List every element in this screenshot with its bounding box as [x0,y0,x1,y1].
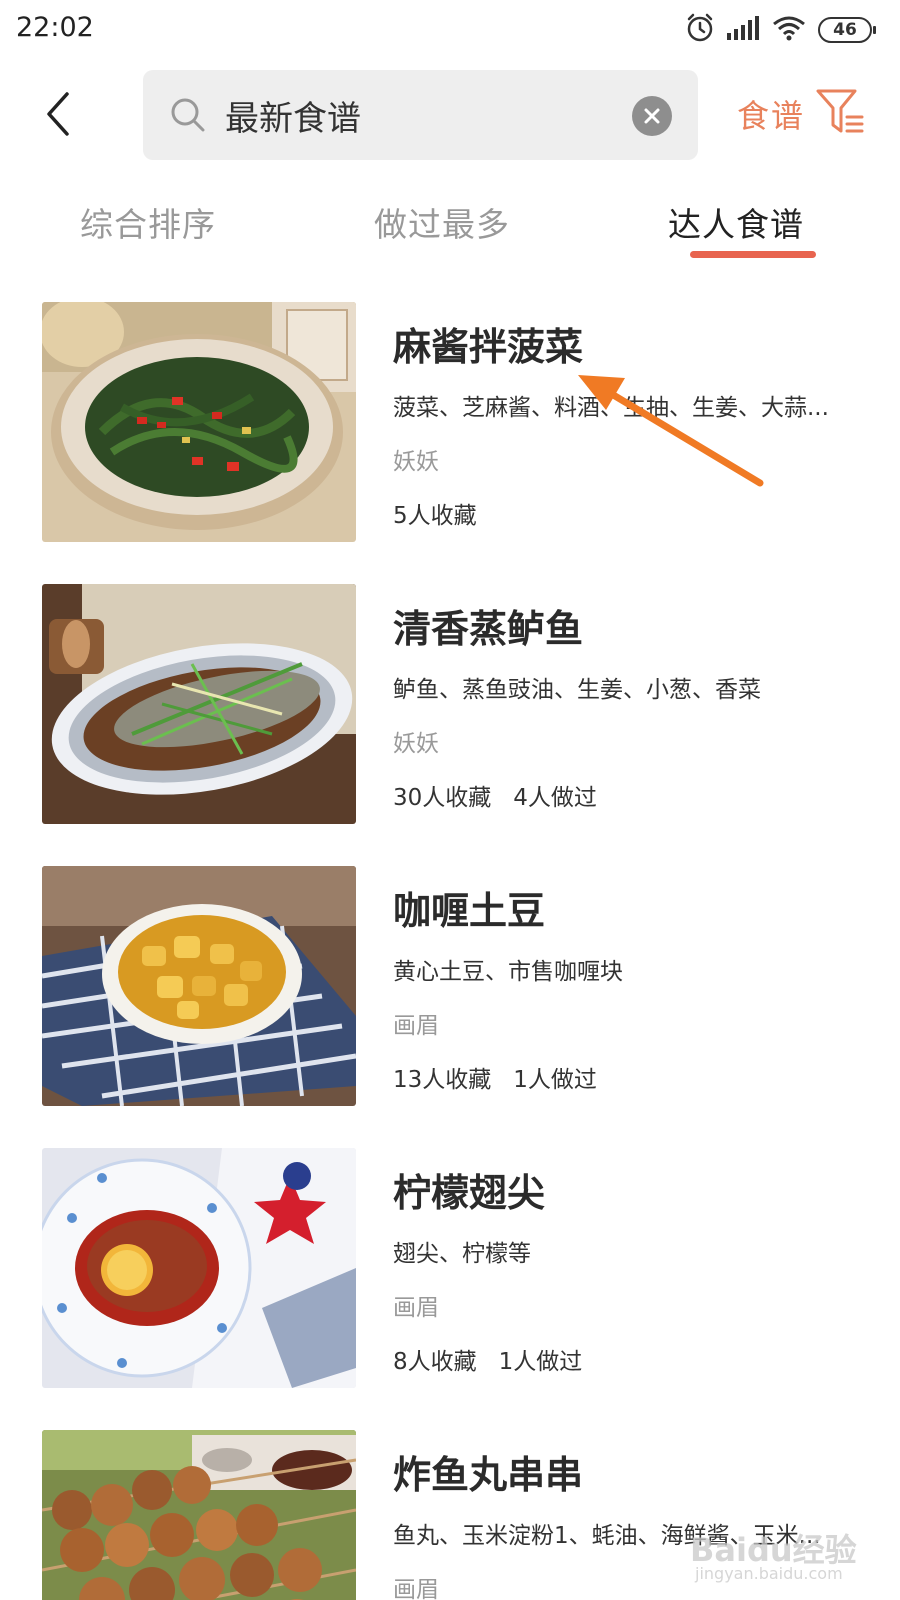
recipe-image [42,584,356,824]
recipe-info: 咖喱土豆 黄心土豆、市售咖喱块 画眉 13人收藏 1人做过 [393,866,863,1093]
recipe-info: 麻酱拌菠菜 菠菜、芝麻酱、料酒、生抽、生姜、大蒜... 妖妖 5人收藏 [393,302,863,529]
recipe-title: 麻酱拌菠菜 [393,325,584,369]
recipe-filter-label: 食谱 [737,97,806,135]
tab-comprehensive[interactable]: 综合排序 [80,198,216,246]
recipe-image [42,866,356,1106]
recipe-item[interactable]: 柠檬翅尖 翅尖、柠檬等 画眉 8人收藏 1人做过 [0,1148,900,1388]
tab-expert-recipes[interactable]: 达人食谱 [668,198,804,246]
recipe-author: 妖妖 [393,731,439,757]
recipe-item[interactable]: 咖喱土豆 黄心土豆、市售咖喱块 画眉 13人收藏 1人做过 [0,866,900,1106]
wifi-icon [772,15,806,45]
recipe-ingredients: 菠菜、芝麻酱、料酒、生抽、生姜、大蒜... [393,395,829,420]
watermark-url: jingyan.baidu.com [695,1564,843,1583]
recipe-info: 清香蒸鲈鱼 鲈鱼、蒸鱼豉油、生姜、小葱、香菜 妖妖 30人收藏 4人做过 [393,584,863,811]
search-header: 食谱 [0,62,900,170]
recipe-title: 清香蒸鲈鱼 [393,607,584,651]
recipe-image [42,302,356,542]
recipe-author: 画眉 [393,1013,439,1039]
search-box[interactable] [143,70,698,160]
alarm-icon [686,13,714,47]
recipe-author: 画眉 [393,1295,439,1321]
recipe-image [42,1148,356,1388]
recipe-ingredients: 翅尖、柠檬等 [393,1241,531,1266]
recipe-item[interactable]: 麻酱拌菠菜 菠菜、芝麻酱、料酒、生抽、生姜、大蒜... 妖妖 5人收藏 [0,302,900,542]
filter-icon [815,87,865,141]
battery-icon: 46 [818,17,876,43]
back-button[interactable] [30,84,86,144]
recipe-filter-button[interactable]: 食谱 [737,82,865,146]
recipe-title: 炸鱼丸串串 [393,1453,584,1497]
recipe-title: 柠檬翅尖 [393,1171,546,1215]
recipe-item[interactable]: 清香蒸鲈鱼 鲈鱼、蒸鱼豉油、生姜、小葱、香菜 妖妖 30人收藏 4人做过 [0,584,900,824]
search-icon [169,96,207,138]
active-tab-indicator [690,251,816,258]
recipe-stats: 8人收藏 1人做过 [393,1349,583,1375]
sort-tabs: 综合排序 做过最多 达人食谱 [0,180,900,270]
status-bar: 22:02 46 [0,0,900,62]
recipe-stats: 30人收藏 4人做过 [393,785,597,811]
search-input[interactable] [225,88,625,142]
recipe-image [42,1430,356,1600]
chevron-left-icon [47,92,69,136]
recipe-stats: 13人收藏 1人做过 [393,1067,597,1093]
recipe-author: 妖妖 [393,449,439,475]
status-time: 22:02 [16,12,94,43]
clear-search-button[interactable] [632,96,672,136]
close-icon [644,108,660,124]
signal-icon [726,15,760,45]
tab-most-made[interactable]: 做过最多 [374,198,510,246]
status-icons: 46 [686,13,876,47]
recipe-info: 柠檬翅尖 翅尖、柠檬等 画眉 8人收藏 1人做过 [393,1148,863,1375]
recipe-title: 咖喱土豆 [393,889,546,933]
recipe-stats: 5人收藏 [393,503,477,529]
recipe-ingredients: 鲈鱼、蒸鱼豉油、生姜、小葱、香菜 [393,677,761,702]
recipe-ingredients: 黄心土豆、市售咖喱块 [393,959,623,984]
